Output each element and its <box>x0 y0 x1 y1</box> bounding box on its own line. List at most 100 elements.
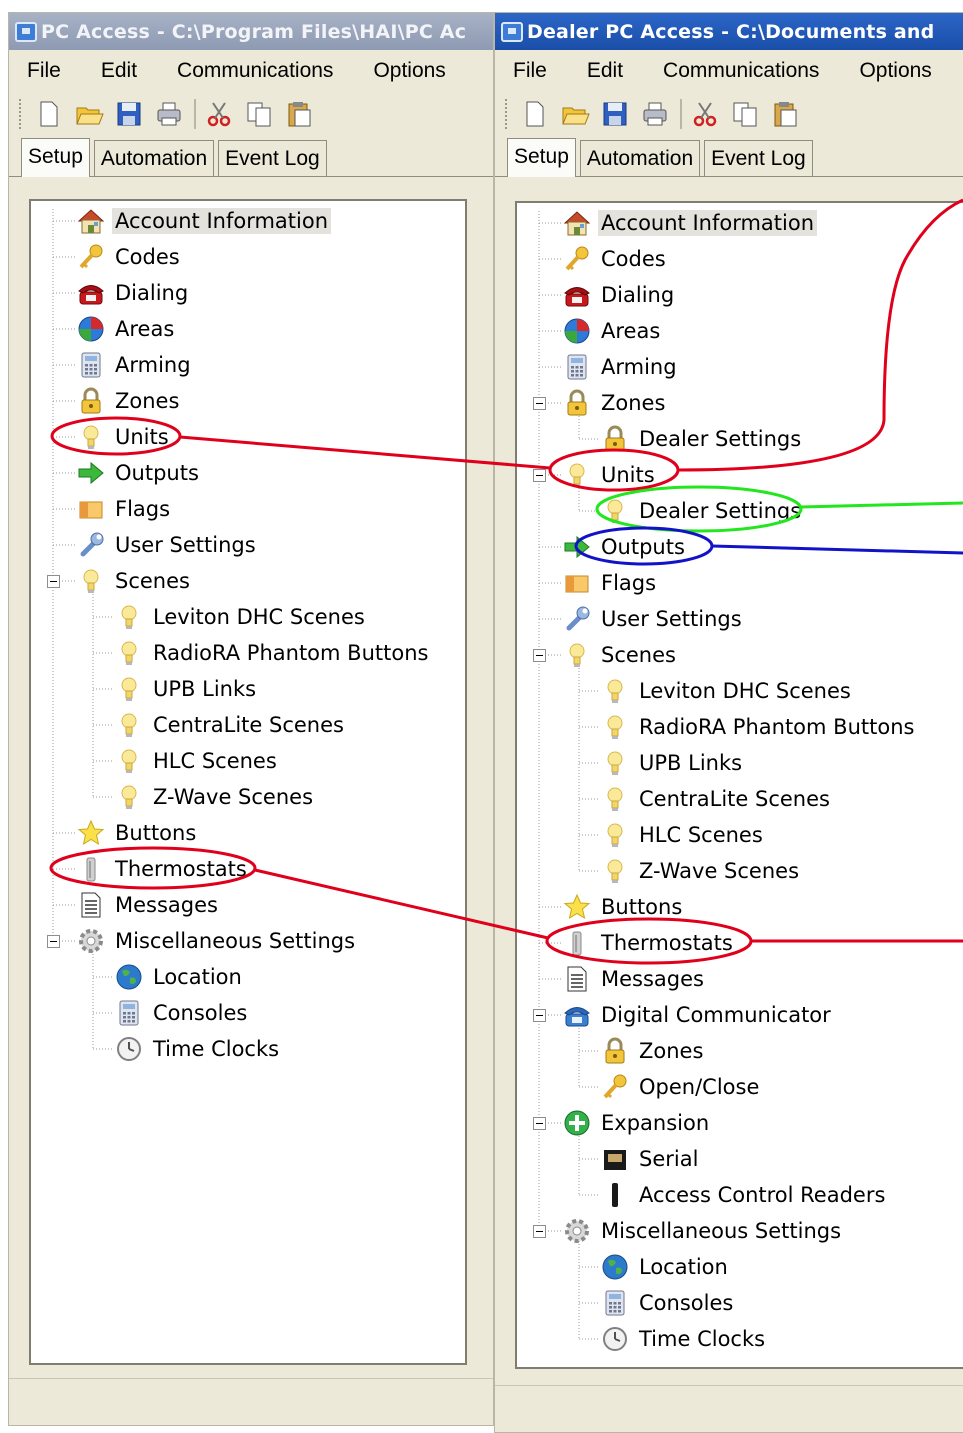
tree-item-scenes[interactable]: Scenes <box>75 563 193 599</box>
tree-item-units[interactable]: Units <box>561 457 658 493</box>
tree-item-arming[interactable]: Arming <box>75 347 194 383</box>
collapse-toggle[interactable] <box>533 469 546 482</box>
paste-icon[interactable] <box>284 99 314 129</box>
tree-item-centralite-scenes[interactable]: CentraLite Scenes <box>113 707 347 743</box>
setup-tree[interactable]: Account Information Codes Dialing Areas Armi… <box>515 201 963 1369</box>
tree-item-messages[interactable]: Messages <box>75 887 221 923</box>
tree-item-areas[interactable]: Areas <box>561 313 663 349</box>
tree-item-time-clocks[interactable]: Time Clocks <box>599 1321 768 1357</box>
tree-item-location[interactable]: Location <box>113 959 245 995</box>
tree-item-hlc-scenes[interactable]: HLC Scenes <box>599 817 766 853</box>
tab-setup[interactable]: Setup <box>507 138 576 177</box>
open-folder-icon[interactable] <box>560 99 590 129</box>
collapse-toggle[interactable] <box>47 935 60 948</box>
print-icon[interactable] <box>154 99 184 129</box>
open-folder-icon[interactable] <box>74 99 104 129</box>
tree-item-miscellaneous-settings[interactable]: Miscellaneous Settings <box>75 923 358 959</box>
print-icon[interactable] <box>640 99 670 129</box>
tree-item-z-wave-scenes[interactable]: Z-Wave Scenes <box>599 853 802 889</box>
tree-item-dialing[interactable]: Dialing <box>561 277 677 313</box>
tab-event-log[interactable]: Event Log <box>218 140 327 176</box>
tree-item-messages[interactable]: Messages <box>561 961 707 997</box>
tree-item-dealer-settings[interactable]: Dealer Settings <box>599 493 804 529</box>
tree-item-zones[interactable]: Zones <box>75 383 182 419</box>
tree-item-centralite-scenes[interactable]: CentraLite Scenes <box>599 781 833 817</box>
tree-item-dialing[interactable]: Dialing <box>75 275 191 311</box>
collapse-toggle[interactable] <box>533 1225 546 1238</box>
tree-item-dealer-settings[interactable]: Dealer Settings <box>599 421 804 457</box>
save-icon[interactable] <box>114 99 144 129</box>
tree-item-location[interactable]: Location <box>599 1249 731 1285</box>
menu-communications[interactable]: Communications <box>661 57 821 85</box>
tree-item-codes[interactable]: Codes <box>75 239 183 275</box>
tree-item-hlc-scenes[interactable]: HLC Scenes <box>113 743 280 779</box>
tree-item-consoles[interactable]: Consoles <box>113 995 250 1031</box>
cut-icon[interactable] <box>690 99 720 129</box>
tree-item-flags[interactable]: Flags <box>561 565 659 601</box>
toolbar-grip[interactable] <box>19 99 24 129</box>
save-icon[interactable] <box>600 99 630 129</box>
copy-icon[interactable] <box>730 99 760 129</box>
title-bar[interactable]: Dealer PC Access - C:\Documents and <box>495 13 963 50</box>
menu-options[interactable]: Options <box>857 57 933 85</box>
tab-event-log[interactable]: Event Log <box>704 140 813 176</box>
tree-item-outputs[interactable]: Outputs <box>561 529 688 565</box>
tree-item-access-control-readers[interactable]: Access Control Readers <box>599 1177 888 1213</box>
tree-item-buttons[interactable]: Buttons <box>75 815 199 851</box>
tree-item-codes[interactable]: Codes <box>561 241 669 277</box>
menu-file[interactable]: File <box>25 57 63 85</box>
collapse-toggle[interactable] <box>533 397 546 410</box>
tree-item-arming[interactable]: Arming <box>561 349 680 385</box>
new-file-icon[interactable] <box>34 99 64 129</box>
tree-item-units[interactable]: Units <box>75 419 172 455</box>
collapse-toggle[interactable] <box>533 649 546 662</box>
copy-icon[interactable] <box>244 99 274 129</box>
tree-item-label: Miscellaneous Settings <box>115 929 356 953</box>
tree-item-buttons[interactable]: Buttons <box>561 889 685 925</box>
tree-item-account-information[interactable]: Account Information <box>561 205 818 241</box>
menu-file[interactable]: File <box>511 57 549 85</box>
tree-item-upb-links[interactable]: UPB Links <box>113 671 259 707</box>
tree-item-leviton-dhc-scenes[interactable]: Leviton DHC Scenes <box>113 599 368 635</box>
tab-automation[interactable]: Automation <box>579 140 701 176</box>
tree-item-leviton-dhc-scenes[interactable]: Leviton DHC Scenes <box>599 673 854 709</box>
tree-item-expansion[interactable]: Expansion <box>561 1105 712 1141</box>
menu-communications[interactable]: Communications <box>175 57 335 85</box>
tree-item-upb-links[interactable]: UPB Links <box>599 745 745 781</box>
menu-options[interactable]: Options <box>371 57 447 85</box>
tab-automation[interactable]: Automation <box>93 140 215 176</box>
tree-item-time-clocks[interactable]: Time Clocks <box>113 1031 282 1067</box>
tree-item-thermostats[interactable]: Thermostats <box>75 851 250 887</box>
cut-icon[interactable] <box>204 99 234 129</box>
tree-item-user-settings[interactable]: User Settings <box>75 527 259 563</box>
tree-item-scenes[interactable]: Scenes <box>561 637 679 673</box>
setup-tree[interactable]: Account Information Codes Dialing Areas Armi… <box>29 199 467 1365</box>
tree-item-outputs[interactable]: Outputs <box>75 455 202 491</box>
collapse-toggle[interactable] <box>533 1117 546 1130</box>
tree-item-user-settings[interactable]: User Settings <box>561 601 745 637</box>
menu-edit[interactable]: Edit <box>99 57 139 85</box>
tree-item-radiora-phantom-buttons[interactable]: RadioRA Phantom Buttons <box>599 709 917 745</box>
paste-icon[interactable] <box>770 99 800 129</box>
collapse-toggle[interactable] <box>533 1009 546 1022</box>
title-bar[interactable]: PC Access - C:\Program Files\HAI\PC Ac <box>9 13 493 50</box>
tree-item-zones[interactable]: Zones <box>599 1033 706 1069</box>
tree-item-radiora-phantom-buttons[interactable]: RadioRA Phantom Buttons <box>113 635 431 671</box>
tree-item-digital-communicator[interactable]: Digital Communicator <box>561 997 834 1033</box>
tree-item-open-close[interactable]: Open/Close <box>599 1069 762 1105</box>
house-icon <box>75 205 107 237</box>
tree-item-miscellaneous-settings[interactable]: Miscellaneous Settings <box>561 1213 844 1249</box>
tree-item-areas[interactable]: Areas <box>75 311 177 347</box>
collapse-toggle[interactable] <box>47 575 60 588</box>
tree-item-zones[interactable]: Zones <box>561 385 668 421</box>
new-file-icon[interactable] <box>520 99 550 129</box>
tree-item-z-wave-scenes[interactable]: Z-Wave Scenes <box>113 779 316 815</box>
tree-item-thermostats[interactable]: Thermostats <box>561 925 736 961</box>
tree-item-consoles[interactable]: Consoles <box>599 1285 736 1321</box>
tree-item-flags[interactable]: Flags <box>75 491 173 527</box>
toolbar-grip[interactable] <box>505 99 510 129</box>
tab-setup[interactable]: Setup <box>21 138 90 177</box>
menu-edit[interactable]: Edit <box>585 57 625 85</box>
tree-item-account-information[interactable]: Account Information <box>75 203 332 239</box>
tree-item-serial[interactable]: Serial <box>599 1141 701 1177</box>
